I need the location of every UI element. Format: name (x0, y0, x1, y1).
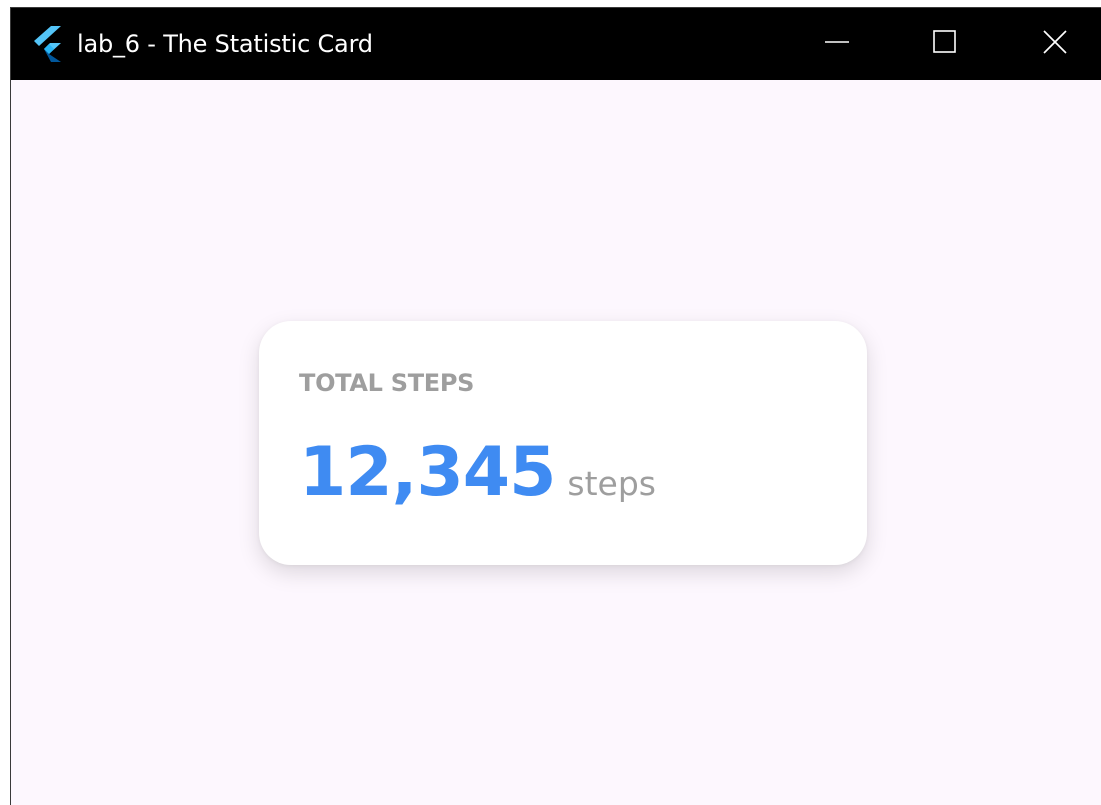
minimize-button[interactable] (783, 8, 891, 80)
window-title: lab_6 - The Statistic Card (77, 30, 373, 58)
statistic-value: 12,345 (299, 433, 556, 512)
minimize-icon (824, 29, 850, 59)
title-bar[interactable]: lab_6 - The Statistic Card (11, 8, 1101, 80)
maximize-icon (932, 29, 958, 59)
statistic-card: TOTAL STEPS 12,345 steps (259, 321, 867, 565)
app-window: lab_6 - The Statistic Card TOTAL STEPS 1… (10, 7, 1101, 805)
close-icon (1042, 29, 1068, 59)
statistic-unit: steps (567, 464, 656, 503)
close-button[interactable] (1001, 8, 1101, 80)
statistic-label: TOTAL STEPS (299, 369, 475, 397)
maximize-button[interactable] (891, 8, 999, 80)
statistic-value-row: 12,345 steps (299, 433, 656, 513)
flutter-logo-icon (31, 26, 65, 62)
